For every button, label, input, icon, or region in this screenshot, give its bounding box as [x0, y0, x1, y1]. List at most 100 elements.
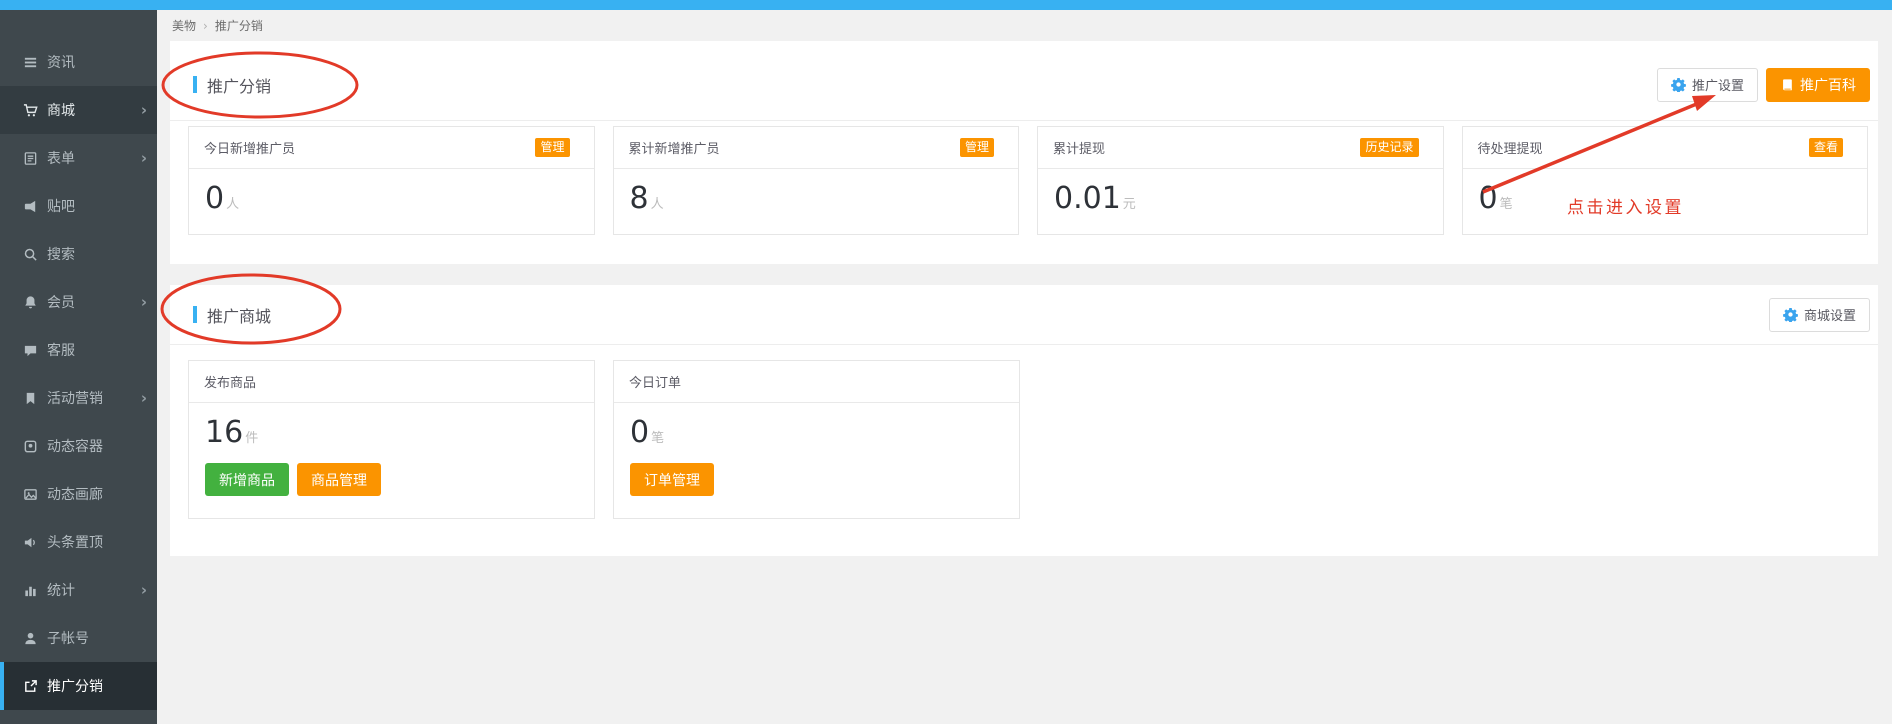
stat-card-pending-withdrawal: 待处理提现 查看 0笔 — [1462, 126, 1869, 235]
stat-card-total-new-promoters: 累计新增推广员 管理 8人 — [613, 126, 1020, 235]
card-title: 发布商品 — [204, 372, 570, 391]
sidebar-item-forms[interactable]: 表单 › — [0, 134, 157, 182]
breadcrumb-separator-icon: › — [203, 19, 208, 33]
chevron-right-icon: › — [141, 151, 147, 166]
sidebar-item-mall[interactable]: 商城 › — [0, 86, 157, 134]
sidebar-item-label: 统计 — [47, 580, 141, 600]
sidebar-item-members[interactable]: 会员 › — [0, 278, 157, 326]
chevron-right-icon: › — [141, 391, 147, 406]
card-title: 累计提现 — [1053, 138, 1360, 157]
gallery-icon — [22, 486, 38, 502]
sidebar-item-label: 动态画廊 — [47, 484, 147, 504]
panel-header: 推广商城 商城设置 — [170, 285, 1878, 345]
card-title: 今日新增推广员 — [204, 138, 535, 157]
panel-header: 推广分销 推广设置 推广百科 — [170, 41, 1878, 121]
sidebar-item-label: 搜索 — [47, 244, 147, 264]
promotion-mall-panel: 推广商城 商城设置 发布商品 16件 — [170, 285, 1878, 556]
promotion-distribution-panel: 推广分销 推广设置 推广百科 今日新增推广员 — [170, 41, 1878, 264]
card-today-orders: 今日订单 0笔 订单管理 — [613, 360, 1020, 519]
section-title-promotion-distribution: 推广分销 — [193, 73, 1657, 97]
mall-cards-row: 发布商品 16件 新增商品 商品管理 今日订单 0笔 — [170, 345, 1878, 519]
card-value: 0 — [1479, 181, 1498, 216]
cart-icon — [22, 102, 38, 118]
card-unit: 笔 — [1500, 193, 1513, 212]
breadcrumb-current: 推广分销 — [215, 17, 263, 34]
news-list-icon — [22, 54, 38, 70]
promotion-settings-button[interactable]: 推广设置 — [1657, 68, 1758, 102]
mall-settings-button[interactable]: 商城设置 — [1769, 298, 1870, 332]
sidebar-item-dynamic-gallery[interactable]: 动态画廊 — [0, 470, 157, 518]
add-product-button[interactable]: 新增商品 — [205, 463, 289, 496]
sidebar-item-statistics[interactable]: 统计 › — [0, 566, 157, 614]
main-area: 美物 › 推广分销 推广分销 推广设置 推广百科 — [157, 10, 1892, 724]
bookmark-icon — [22, 390, 38, 406]
sidebar-item-search[interactable]: 搜索 — [0, 230, 157, 278]
breadcrumb: 美物 › 推广分销 — [157, 10, 1892, 41]
header-actions: 推广设置 推广百科 — [1657, 68, 1870, 102]
chevron-right-icon: › — [141, 295, 147, 310]
stats-icon — [22, 582, 38, 598]
button-label: 推广设置 — [1692, 75, 1744, 94]
card-value: 0 — [630, 415, 649, 450]
sidebar-item-headline-top[interactable]: 头条置顶 — [0, 518, 157, 566]
button-label: 推广百科 — [1800, 75, 1856, 95]
gear-icon — [1783, 307, 1798, 322]
card-value: 0 — [205, 181, 224, 216]
history-badge[interactable]: 历史记录 — [1360, 138, 1418, 158]
sidebar-item-label: 动态容器 — [47, 436, 147, 456]
card-value: 0.01 — [1054, 181, 1121, 216]
card-unit: 人 — [226, 193, 239, 212]
card-unit: 件 — [245, 427, 258, 446]
book-icon — [1780, 78, 1794, 92]
section-title-text: 推广分销 — [207, 73, 271, 97]
sidebar-item-label: 资讯 — [47, 52, 147, 72]
container-icon — [22, 438, 38, 454]
sidebar-item-sub-accounts[interactable]: 子帐号 — [0, 614, 157, 662]
content: 推广分销 推广设置 推广百科 今日新增推广员 — [157, 41, 1892, 556]
user-icon — [22, 630, 38, 646]
sidebar-item-label: 表单 — [47, 148, 141, 168]
sidebar-item-customer-service[interactable]: 客服 — [0, 326, 157, 374]
order-management-button[interactable]: 订单管理 — [630, 463, 714, 496]
sidebar-item-news[interactable]: 资讯 — [0, 38, 157, 86]
search-icon — [22, 246, 38, 262]
card-value: 16 — [205, 415, 243, 450]
title-accent-bar — [193, 76, 197, 93]
top-accent-bar — [0, 0, 1892, 10]
sidebar-item-label: 子帐号 — [47, 628, 147, 648]
sidebar-item-label: 商城 — [47, 100, 141, 120]
card-value: 8 — [630, 181, 649, 216]
promotion-wiki-button[interactable]: 推广百科 — [1766, 68, 1870, 102]
manage-badge[interactable]: 管理 — [535, 138, 569, 158]
sidebar-item-activity-marketing[interactable]: 活动营销 › — [0, 374, 157, 422]
sidebar-item-label: 贴吧 — [47, 196, 147, 216]
share-icon — [22, 678, 38, 694]
title-accent-bar — [193, 306, 197, 323]
view-badge[interactable]: 查看 — [1809, 138, 1843, 158]
manage-badge[interactable]: 管理 — [960, 138, 994, 158]
stat-card-total-withdrawal: 累计提现 历史记录 0.01元 — [1037, 126, 1444, 235]
button-label: 商城设置 — [1804, 305, 1856, 324]
card-unit: 人 — [651, 193, 664, 212]
product-management-button[interactable]: 商品管理 — [297, 463, 381, 496]
card-published-products: 发布商品 16件 新增商品 商品管理 — [188, 360, 595, 519]
sidebar-item-label: 推广分销 — [47, 676, 147, 696]
sidebar-item-label: 活动营销 — [47, 388, 141, 408]
chevron-right-icon: › — [141, 103, 147, 118]
sidebar-item-label: 客服 — [47, 340, 147, 360]
sidebar-item-label: 头条置顶 — [47, 532, 147, 552]
sidebar-item-tieba[interactable]: 贴吧 — [0, 182, 157, 230]
card-title: 累计新增推广员 — [629, 138, 960, 157]
sidebar-item-promotion-distribution[interactable]: 推广分销 — [0, 662, 157, 710]
header-actions: 商城设置 — [1769, 298, 1870, 332]
sidebar-item-label: 会员 — [47, 292, 141, 312]
card-unit: 元 — [1123, 193, 1136, 212]
chat-icon — [22, 342, 38, 358]
breadcrumb-root[interactable]: 美物 — [172, 17, 196, 34]
card-title: 今日订单 — [629, 372, 995, 391]
chevron-right-icon: › — [141, 583, 147, 598]
sidebar-item-dynamic-container[interactable]: 动态容器 — [0, 422, 157, 470]
megaphone-icon — [22, 198, 38, 214]
card-unit: 笔 — [651, 427, 664, 446]
form-icon — [22, 150, 38, 166]
